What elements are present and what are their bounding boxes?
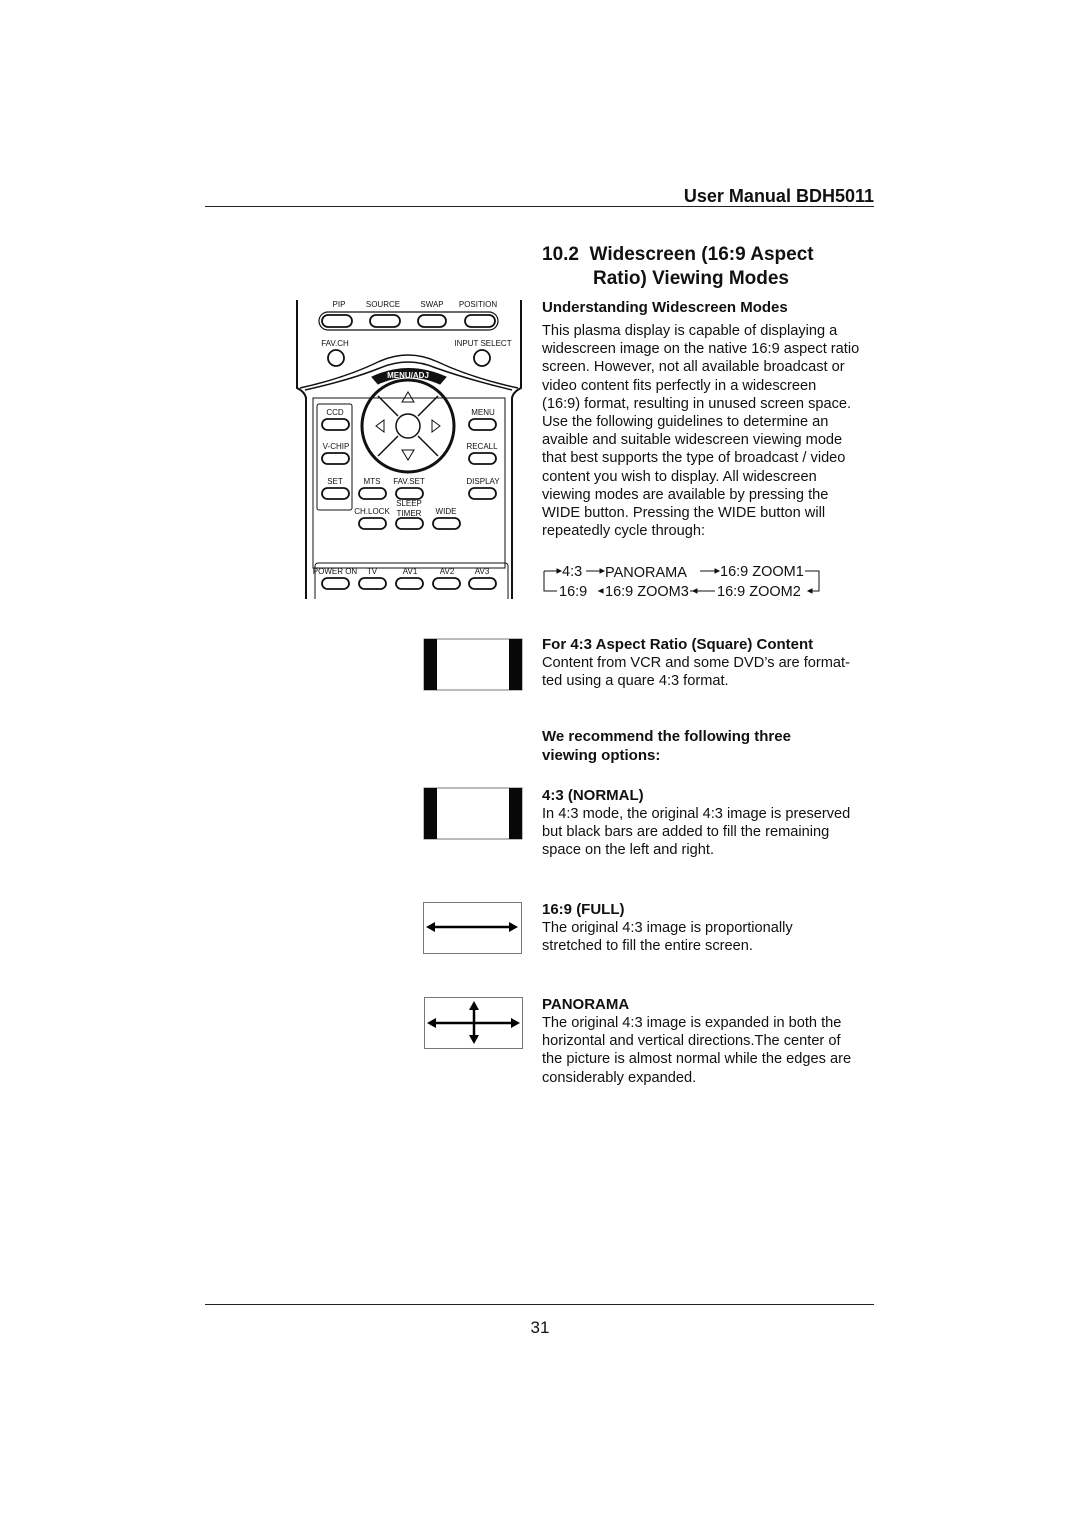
understanding-body: This plasma display is capable of displa… <box>542 323 860 540</box>
square-body: Content from VCR and some DVD’s are form… <box>542 655 850 690</box>
position-button[interactable] <box>464 314 496 328</box>
manual-title: User Manual BDH5011 <box>683 186 874 206</box>
recommend-heading: We recommend the following three viewing … <box>542 728 791 764</box>
section-title-line2: Ratio) Viewing Modes <box>593 268 790 289</box>
full-mode-icon <box>423 902 522 954</box>
svg-text:RECALL: RECALL <box>466 442 498 451</box>
footer-rule <box>205 1304 874 1305</box>
v-chip-button[interactable] <box>321 452 350 465</box>
input-select-button[interactable] <box>473 349 491 367</box>
cycle-panorama: PANORAMA <box>605 565 687 581</box>
swap-button[interactable] <box>417 314 447 328</box>
ch-lock-button[interactable] <box>358 517 387 530</box>
section-number: 10.2 <box>542 244 579 265</box>
svg-text:SWAP: SWAP <box>420 300 443 309</box>
panorama-body: The original 4:3 image is expanded in bo… <box>542 1015 852 1086</box>
panorama-heading: PANORAMA <box>542 996 630 1013</box>
svg-text:FAV.SET: FAV.SET <box>393 477 425 486</box>
cycle-zoom2: 16:9 ZOOM2 <box>717 584 801 600</box>
svg-text:V-CHIP: V-CHIP <box>323 442 350 451</box>
cycle-zoom1: 16:9 ZOOM1 <box>720 564 804 580</box>
menu-button[interactable] <box>468 418 497 431</box>
understanding-heading: Understanding Widescreen Modes <box>542 299 788 316</box>
svg-text:CH.LOCK: CH.LOCK <box>354 507 390 516</box>
wide-button[interactable] <box>432 517 461 530</box>
svg-text:INPUT SELECT: INPUT SELECT <box>454 339 511 348</box>
panorama-mode-icon <box>424 997 523 1049</box>
set-button[interactable] <box>321 487 350 500</box>
svg-text:SET: SET <box>327 477 343 486</box>
full-body: The original 4:3 image is proportionally… <box>542 920 793 955</box>
svg-text:POSITION: POSITION <box>459 300 497 309</box>
mts-button[interactable] <box>358 487 387 500</box>
svg-text:MTS: MTS <box>364 477 381 486</box>
svg-text:DISPLAY: DISPLAY <box>466 477 500 486</box>
source-button[interactable] <box>369 314 401 328</box>
svg-text:CCD: CCD <box>326 408 344 417</box>
svg-text:PIP: PIP <box>333 300 346 309</box>
av3-button[interactable] <box>468 577 497 590</box>
recall-button[interactable] <box>468 452 497 465</box>
cycle-16-9: 16:9 <box>559 584 587 600</box>
svg-text:FAV.CH: FAV.CH <box>321 339 349 348</box>
normal-body: In 4:3 mode, the original 4:3 image is p… <box>542 806 851 859</box>
svg-text:WIDE: WIDE <box>436 507 457 516</box>
sleep-timer-button[interactable] <box>395 517 424 530</box>
av1-button[interactable] <box>395 577 424 590</box>
cycle-4-3: 4:3 <box>562 564 582 580</box>
section-title-line1: Widescreen (16:9 Aspect <box>589 244 814 265</box>
svg-text:SOURCE: SOURCE <box>366 300 400 309</box>
page-number: 31 <box>530 1318 550 1337</box>
svg-text:TIMER: TIMER <box>397 509 422 518</box>
svg-text:SLEEP: SLEEP <box>396 499 422 508</box>
av2-button[interactable] <box>432 577 461 590</box>
header-rule <box>205 206 874 207</box>
display-button[interactable] <box>468 487 497 500</box>
remote-control-illustration: MENU/ADJ PIP SOURCE SWAP POSITION FAV.CH… <box>296 300 522 599</box>
fav-set-button[interactable] <box>395 487 424 500</box>
cycle-zoom3: 16:9 ZOOM3 <box>605 584 689 600</box>
full-heading: 16:9 (FULL) <box>542 901 625 918</box>
ccd-button[interactable] <box>321 418 350 431</box>
section-title: 10.2 Widescreen (16:9 Aspect Ratio) View… <box>542 243 814 291</box>
square-heading: For 4:3 Aspect Ratio (Square) Content <box>542 636 814 653</box>
pip-button[interactable] <box>321 314 353 328</box>
dpad-center-button[interactable] <box>395 413 421 439</box>
svg-text:MENU: MENU <box>471 408 495 417</box>
wide-mode-cycle-diagram: 4:3 PANORAMA 16:9 ZOOM1 16:9 16:9 ZOOM3 … <box>543 564 820 600</box>
tv-button[interactable] <box>358 577 387 590</box>
normal-mode-icon <box>423 787 523 840</box>
normal-heading: 4:3 (NORMAL) <box>542 787 644 804</box>
fav-ch-button[interactable] <box>327 349 345 367</box>
power-on-button[interactable] <box>321 577 350 590</box>
square-content-icon <box>423 638 523 691</box>
